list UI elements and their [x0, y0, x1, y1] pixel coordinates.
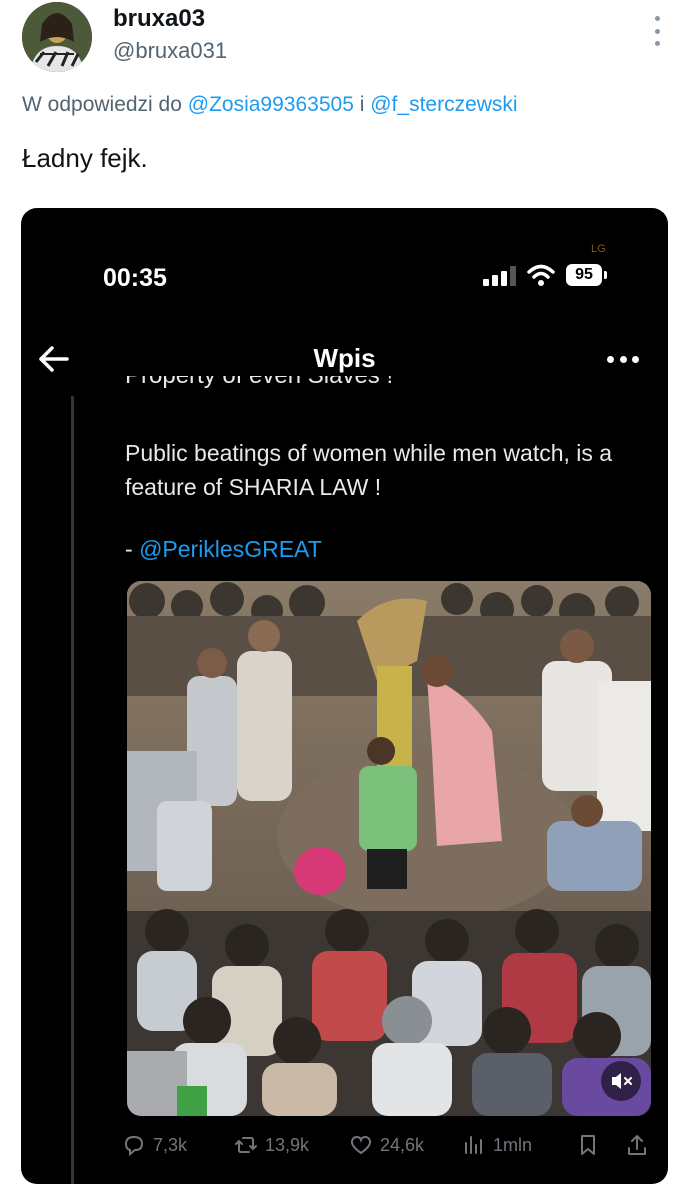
- heart-icon: [350, 1135, 372, 1155]
- avatar-portrait-icon: [22, 2, 92, 72]
- action-bar: 7,3k 13,9k 24,6k 1mln: [21, 1128, 668, 1162]
- reply-icon: [124, 1135, 144, 1157]
- attribution-mention[interactable]: @PeriklesGREAT: [139, 536, 322, 562]
- bookmark-action[interactable]: [575, 1128, 601, 1162]
- views-action[interactable]: 1mln: [461, 1128, 532, 1162]
- share-icon: [628, 1135, 646, 1155]
- tweet-text: Ładny fejk.: [22, 143, 148, 173]
- repost-icon: [235, 1137, 257, 1153]
- reply-context: W odpowiedzi do @Zosia99363505 i @f_ster…: [22, 93, 518, 117]
- reply-mention-2[interactable]: @f_sterczewski: [370, 93, 517, 116]
- cut-off-text: Property of even Slaves !: [125, 376, 645, 398]
- battery-indicator: 95: [566, 264, 602, 286]
- like-action[interactable]: 24,6k: [348, 1128, 424, 1162]
- video-thumbnail: [127, 581, 651, 1116]
- more-horizontal-icon[interactable]: [607, 356, 639, 364]
- speaker-muted-icon[interactable]: [601, 1061, 641, 1101]
- repost-count: 13,9k: [265, 1134, 310, 1155]
- share-action[interactable]: [624, 1128, 650, 1162]
- reply-prefix: W odpowiedzi do: [22, 93, 182, 116]
- views-count: 1mln: [493, 1134, 533, 1155]
- avatar[interactable]: [22, 2, 92, 72]
- like-count: 24,6k: [380, 1134, 425, 1155]
- attribution-prefix: -: [125, 536, 133, 562]
- video-player[interactable]: [127, 581, 651, 1116]
- more-vertical-icon[interactable]: [647, 16, 667, 46]
- repost-action[interactable]: 13,9k: [233, 1128, 309, 1162]
- bar-chart-icon: [465, 1136, 482, 1154]
- status-tag: LG: [591, 243, 606, 255]
- tweet-page: bruxa03 @bruxa031 W odpowiedzi do @Zosia…: [0, 0, 689, 1199]
- reply-mention-1[interactable]: @Zosia99363505: [188, 93, 354, 116]
- nav-title: Wpis: [313, 343, 376, 373]
- cellular-signal-icon: [483, 266, 516, 286]
- reply-count: 7,3k: [153, 1134, 188, 1155]
- thread-line: [71, 396, 74, 1184]
- battery-tip: [604, 271, 607, 279]
- author-handle[interactable]: @bruxa031: [113, 38, 227, 64]
- cut-off-text-line: Property of even Slaves !: [125, 376, 645, 390]
- quote-attribution: - @PeriklesGREAT: [125, 536, 322, 563]
- quote-text: Public beatings of women while men watch…: [125, 440, 613, 500]
- author-display-name[interactable]: bruxa03: [113, 5, 205, 33]
- attached-screenshot[interactable]: LG 00:35 95 Wpis Property of even Slaves…: [21, 208, 668, 1184]
- reply-action[interactable]: 7,3k: [121, 1128, 187, 1162]
- reply-joiner: i: [359, 93, 365, 116]
- bookmark-icon: [581, 1135, 595, 1155]
- status-time: 00:35: [103, 264, 167, 292]
- wifi-icon: [527, 264, 555, 286]
